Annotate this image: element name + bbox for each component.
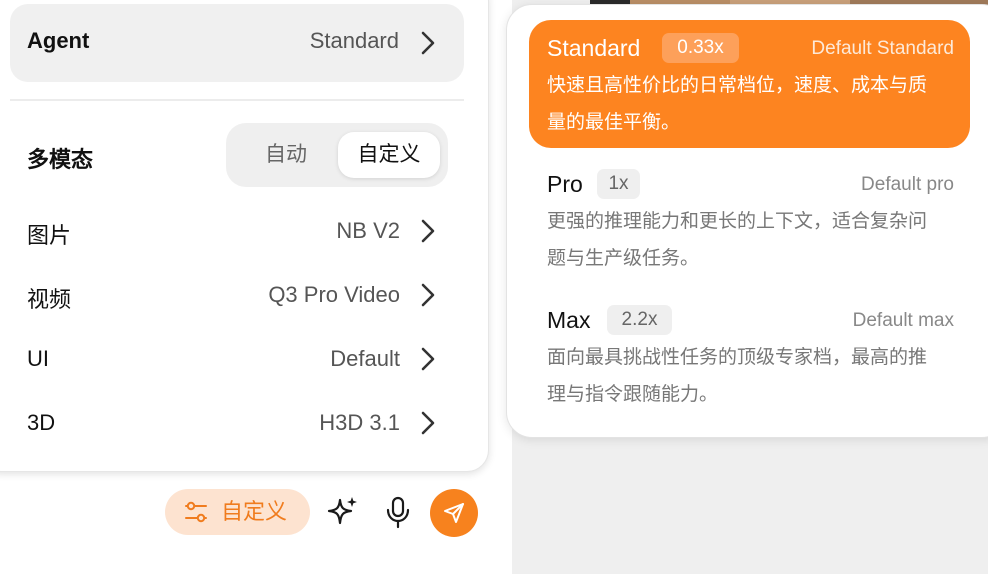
chevron-right-icon bbox=[421, 347, 435, 371]
agent-value: Standard bbox=[309, 28, 399, 53]
chevron-right-icon bbox=[421, 283, 435, 307]
send-button[interactable] bbox=[430, 489, 478, 537]
multimodal-label: 多模态 bbox=[27, 147, 94, 172]
tier-default-label: Default max bbox=[852, 310, 954, 331]
microphone-icon[interactable] bbox=[385, 495, 411, 529]
desc-line: 快速且高性价比的日常档位，速度、成本与质 bbox=[547, 75, 928, 96]
send-icon bbox=[444, 503, 464, 523]
tier-multiplier-badge: 1x bbox=[597, 169, 640, 199]
tier-description: 快速且高性价比的日常档位，速度、成本与质 量的最佳平衡。 bbox=[547, 67, 957, 141]
chevron-right-icon bbox=[421, 31, 435, 55]
row-label: 视频 bbox=[27, 287, 72, 312]
tier-default-label: Default pro bbox=[861, 174, 954, 195]
tier-name: Standard bbox=[547, 35, 641, 61]
custom-mode-label: 自定义 bbox=[221, 499, 288, 524]
mode-auto-option[interactable]: 自动 bbox=[234, 132, 338, 178]
row-label: 3D bbox=[27, 410, 56, 435]
row-value: Default bbox=[330, 346, 400, 371]
row-value: NB V2 bbox=[336, 218, 400, 243]
desc-line: 量的最佳平衡。 bbox=[547, 112, 681, 133]
desc-line: 更强的推理能力和更长的上下文，适合复杂问 bbox=[547, 211, 928, 232]
desc-line: 理与指令跟随能力。 bbox=[547, 384, 719, 405]
desc-line: 题与生产级任务。 bbox=[547, 248, 700, 269]
custom-mode-button[interactable]: 自定义 bbox=[165, 489, 310, 535]
tier-description: 更强的推理能力和更长的上下文，适合复杂问 题与生产级任务。 bbox=[547, 203, 957, 277]
tier-default-label: Default Standard bbox=[811, 38, 954, 59]
multimodal-mode-toggle: 自动 自定义 bbox=[226, 123, 448, 187]
tier-description: 面向最具挑战性任务的顶级专家档，最高的推 理与指令跟随能力。 bbox=[547, 339, 957, 413]
sparkle-icon[interactable] bbox=[326, 495, 360, 529]
mode-custom-option[interactable]: 自定义 bbox=[338, 132, 440, 178]
tier-multiplier-badge: 0.33x bbox=[662, 33, 739, 63]
agent-label: Agent bbox=[27, 28, 90, 53]
tier-name: Max bbox=[547, 307, 591, 333]
sliders-icon bbox=[185, 501, 207, 523]
chevron-right-icon bbox=[421, 219, 435, 243]
divider bbox=[10, 99, 464, 101]
tier-name: Pro bbox=[547, 171, 583, 197]
chevron-right-icon bbox=[421, 411, 435, 435]
row-label: 图片 bbox=[27, 223, 72, 248]
tier-multiplier-badge: 2.2x bbox=[607, 305, 672, 335]
row-value: Q3 Pro Video bbox=[268, 282, 400, 307]
row-label: UI bbox=[27, 346, 49, 371]
row-value: H3D 3.1 bbox=[319, 410, 400, 435]
desc-line: 面向最具挑战性任务的顶级专家档，最高的推 bbox=[547, 347, 928, 368]
